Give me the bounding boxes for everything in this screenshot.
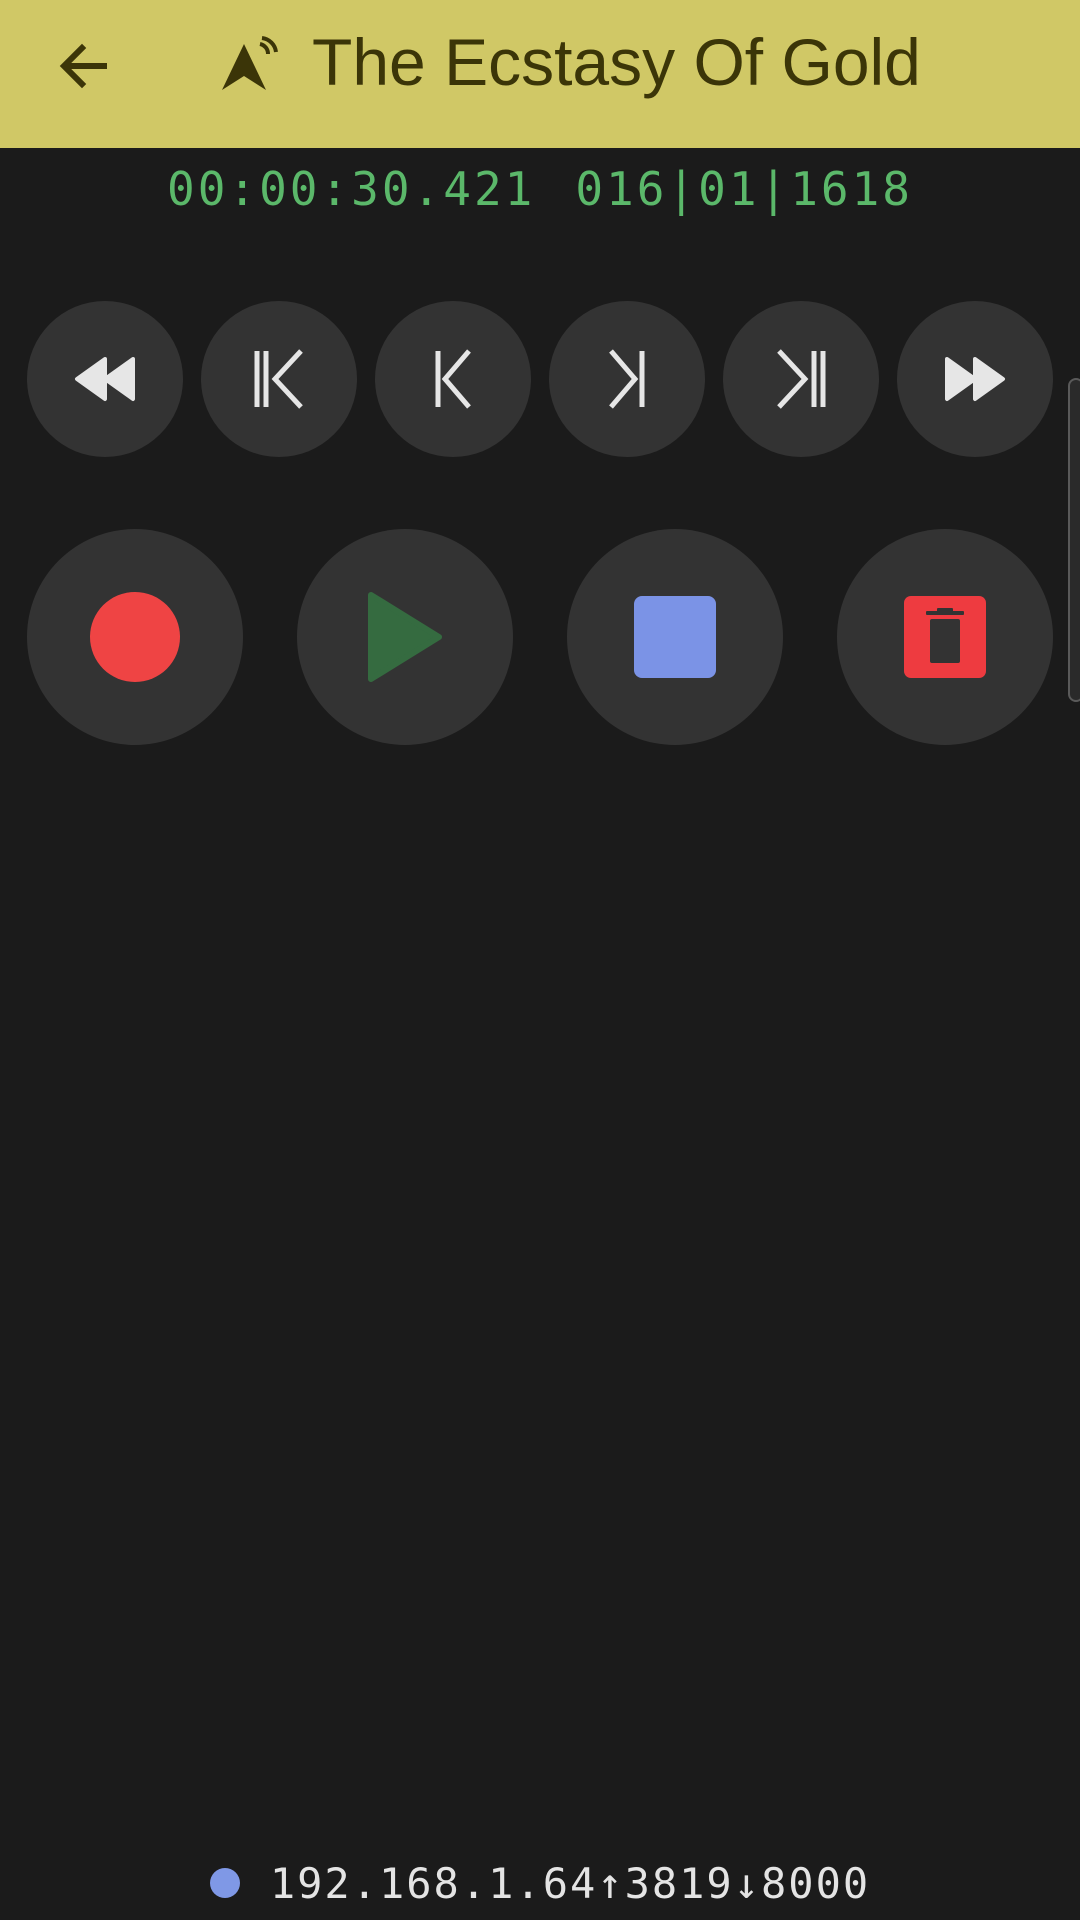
next-marker-icon	[609, 349, 645, 409]
skip-to-start-icon	[254, 349, 303, 409]
fast-rewind-icon	[75, 357, 135, 401]
trash-icon	[904, 596, 986, 678]
next-marker-button[interactable]	[549, 301, 705, 457]
fast-forward-icon	[945, 357, 1005, 401]
play-button[interactable]	[297, 529, 513, 745]
delete-button[interactable]	[837, 529, 1053, 745]
goto-end-button[interactable]	[723, 301, 879, 457]
play-icon	[368, 592, 442, 682]
rewind-button[interactable]	[27, 301, 183, 457]
time-position: 00:00:30.421	[167, 162, 536, 216]
scrollbar-thumb[interactable]	[1068, 378, 1080, 702]
back-button[interactable]	[44, 26, 124, 106]
broadcast-arrow-icon	[222, 36, 278, 90]
record-button[interactable]	[27, 529, 243, 745]
stop-icon	[634, 596, 716, 678]
connection-info: 192.168.1.64↑3819↓8000	[269, 1858, 871, 1908]
stop-button[interactable]	[567, 529, 783, 745]
connection-indicator-icon	[209, 1868, 240, 1898]
previous-marker-button[interactable]	[375, 301, 531, 457]
bars-beats-position: 016|01|1618	[575, 162, 913, 216]
app-header: The Ecstasy Of Gold	[0, 0, 1080, 148]
arrow-left-icon	[59, 43, 107, 89]
previous-marker-icon	[435, 349, 471, 409]
connection-status: 192.168.1.64↑3819↓8000	[0, 1858, 1080, 1908]
song-title: The Ecstasy Of Gold	[312, 25, 921, 99]
record-icon	[90, 592, 180, 682]
position-readout: 00:00:30.421 016|01|1618	[0, 162, 1080, 216]
goto-start-button[interactable]	[201, 301, 357, 457]
skip-to-end-icon	[777, 349, 826, 409]
fast-forward-button[interactable]	[897, 301, 1053, 457]
